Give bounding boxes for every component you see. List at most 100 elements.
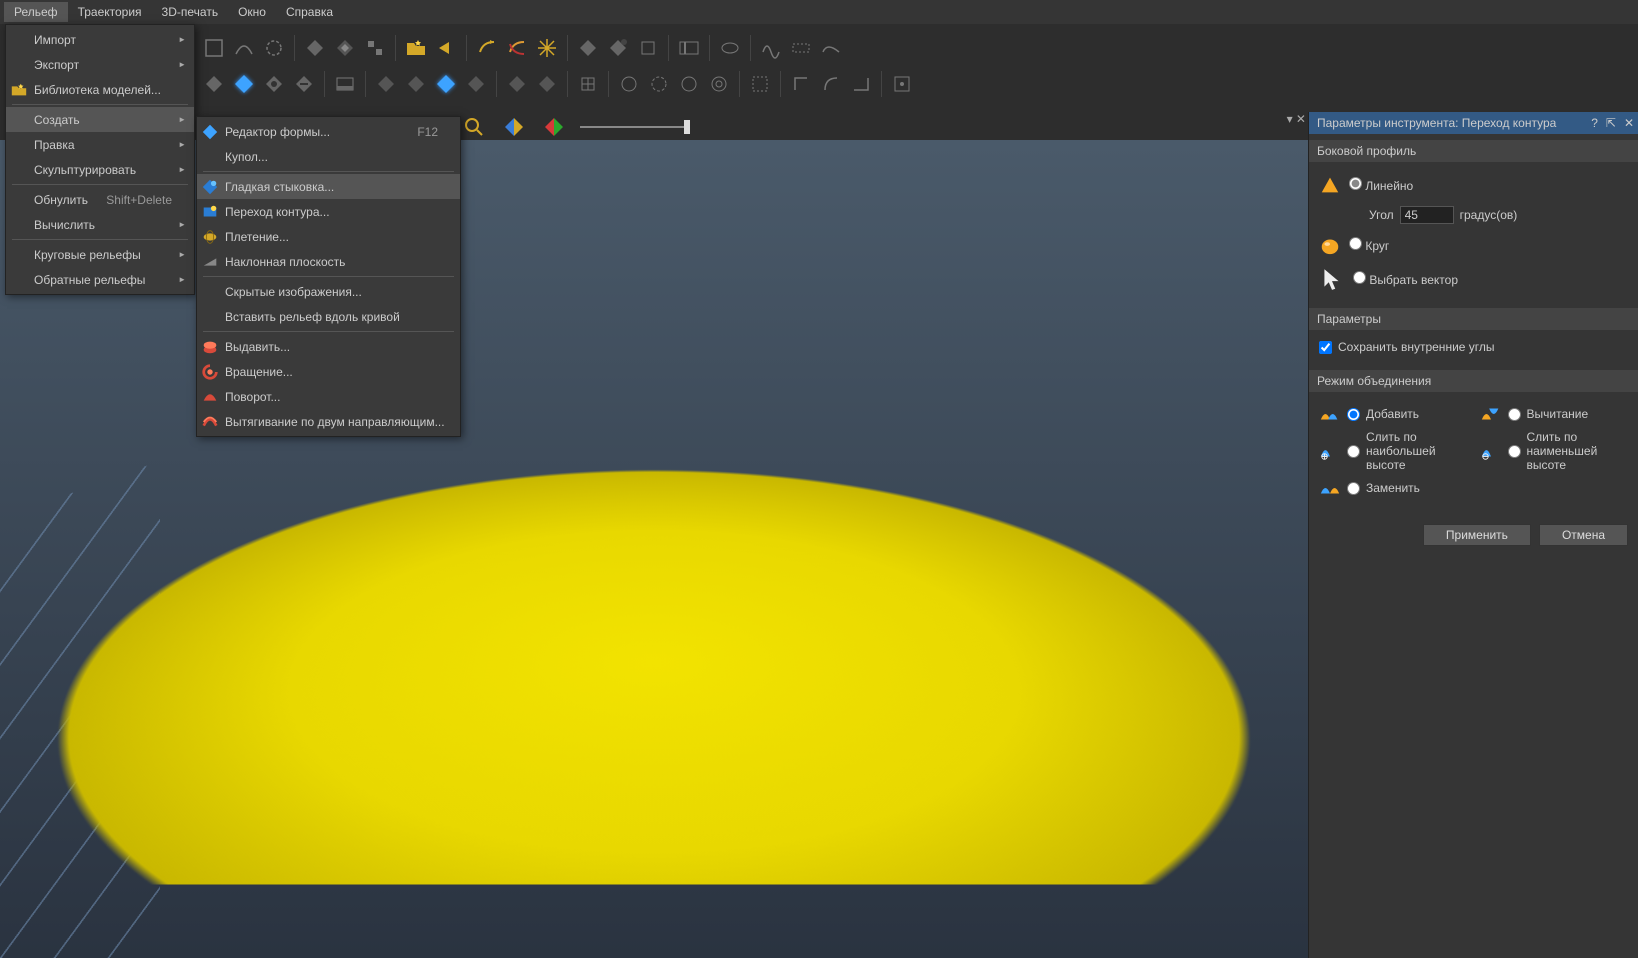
submenu-item[interactable]: Выдавить...: [197, 334, 460, 359]
submenu-item[interactable]: Редактор формы...F12: [197, 119, 460, 144]
radio-merge-low[interactable]: Слить по наименьшей высоте: [1480, 430, 1629, 472]
radio-subtract[interactable]: Вычитание: [1480, 404, 1629, 424]
tool-icon[interactable]: [574, 70, 602, 98]
merge-replace-icon: [1319, 478, 1341, 498]
tool-icon[interactable]: [432, 34, 460, 62]
dock-controls[interactable]: ▾ ✕: [1287, 112, 1306, 126]
apply-button[interactable]: Применить: [1423, 524, 1531, 546]
menu-item[interactable]: ОбнулитьShift+Delete: [6, 187, 194, 212]
tool-icon[interactable]: [230, 70, 258, 98]
zoom-fit-icon[interactable]: [460, 113, 488, 141]
tool-icon[interactable]: [533, 70, 561, 98]
angle-input[interactable]: [1400, 206, 1454, 224]
merge-low-icon: [1480, 441, 1502, 461]
ruler: [0, 461, 160, 958]
axis-gizmo: [725, 480, 835, 570]
menu-help[interactable]: Справка: [276, 2, 343, 22]
submenu-item[interactable]: Гладкая стыковка...: [197, 174, 460, 199]
tool-panel: Параметры инструмента: Переход контура ?…: [1308, 112, 1638, 958]
angle-unit: градус(ов): [1460, 208, 1518, 222]
tool-icon[interactable]: [716, 34, 744, 62]
cancel-button[interactable]: Отмена: [1539, 524, 1628, 546]
tool-icon[interactable]: [817, 34, 845, 62]
tool-icon[interactable]: [372, 70, 400, 98]
radio-circle[interactable]: Круг: [1349, 237, 1389, 253]
submenu-item[interactable]: Вращение...: [197, 359, 460, 384]
tool-icon[interactable]: [290, 70, 318, 98]
menu-item[interactable]: Правка: [6, 132, 194, 157]
menu-trajectory[interactable]: Траектория: [68, 2, 152, 22]
tool-icon[interactable]: [301, 34, 329, 62]
radio-replace[interactable]: Заменить: [1319, 478, 1468, 498]
checkbox-keep-inner[interactable]: Сохранить внутренние углы: [1319, 336, 1628, 358]
zoom-slider[interactable]: [580, 126, 690, 128]
radio-linear[interactable]: Линейно: [1349, 177, 1413, 193]
tool-icon[interactable]: [787, 34, 815, 62]
submenu-item[interactable]: Вытягивание по двум направляющим...: [197, 409, 460, 434]
tool-icon[interactable]: [757, 34, 785, 62]
submenu-item[interactable]: Поворот...: [197, 384, 460, 409]
submenu-item[interactable]: Наклонная плоскость: [197, 249, 460, 274]
separator: [668, 35, 669, 61]
menu-item[interactable]: Обратные рельефы: [6, 267, 194, 292]
radio-add[interactable]: Добавить: [1319, 404, 1468, 424]
separator: [567, 71, 568, 97]
tool-icon[interactable]: [787, 70, 815, 98]
panel-title: Параметры инструмента: Переход контура ?…: [1309, 112, 1638, 134]
menubar: Рельеф Траектория 3D-печать Окно Справка: [0, 0, 1638, 24]
folder-star-icon[interactable]: [402, 34, 430, 62]
menu-item[interactable]: Экспорт: [6, 52, 194, 77]
tool-icon[interactable]: [200, 34, 228, 62]
tool-icon[interactable]: [402, 70, 430, 98]
submenu-item[interactable]: Плетение...: [197, 224, 460, 249]
color-icon[interactable]: [540, 113, 568, 141]
radio-select-vector[interactable]: Выбрать вектор: [1353, 271, 1458, 287]
tool-icon[interactable]: [645, 70, 673, 98]
submenu-item[interactable]: Скрытые изображения...: [197, 279, 460, 304]
tool-icon[interactable]: [200, 70, 228, 98]
tool-icon[interactable]: [331, 34, 359, 62]
tool-icon[interactable]: [230, 34, 258, 62]
tool-icon[interactable]: [260, 34, 288, 62]
tool-icon[interactable]: [533, 34, 561, 62]
separator: [496, 71, 497, 97]
tool-icon[interactable]: [503, 34, 531, 62]
shaded-icon[interactable]: [500, 113, 528, 141]
tool-icon[interactable]: [361, 34, 389, 62]
radio-merge-high[interactable]: Слить по наибольшей высоте: [1319, 430, 1468, 472]
tool-icon[interactable]: [634, 34, 662, 62]
tool-icon[interactable]: [746, 70, 774, 98]
menu-item[interactable]: Импорт: [6, 27, 194, 52]
submenu-item[interactable]: Купол...: [197, 144, 460, 169]
menu-item[interactable]: Скульптурировать: [6, 157, 194, 182]
separator: [567, 35, 568, 61]
tool-icon[interactable]: [675, 70, 703, 98]
tool-icon[interactable]: [675, 34, 703, 62]
dropdown-create: Редактор формы...F12Купол... Гладкая стык…: [196, 116, 461, 437]
tool-icon[interactable]: [473, 34, 501, 62]
tool-icon[interactable]: [604, 34, 632, 62]
tool-icon[interactable]: [817, 70, 845, 98]
menu-relief[interactable]: Рельеф: [4, 2, 68, 22]
menu-item[interactable]: Библиотека моделей...: [6, 77, 194, 102]
tool-icon[interactable]: [615, 70, 643, 98]
tool-icon[interactable]: [888, 70, 916, 98]
tool-icon[interactable]: [574, 34, 602, 62]
submenu-item[interactable]: Вставить рельеф вдоль кривой: [197, 304, 460, 329]
menu-3dprint[interactable]: 3D-печать: [152, 2, 229, 22]
separator: [324, 71, 325, 97]
tool-icon[interactable]: [503, 70, 531, 98]
panel-title-buttons[interactable]: ?⇱✕: [1591, 116, 1634, 130]
menu-item[interactable]: Вычислить: [6, 212, 194, 237]
tool-icon[interactable]: [331, 70, 359, 98]
menu-window[interactable]: Окно: [228, 2, 276, 22]
tool-icon[interactable]: [260, 70, 288, 98]
menu-item[interactable]: Круговые рельефы: [6, 242, 194, 267]
section-profile: Боковой профиль: [1309, 140, 1638, 162]
submenu-item[interactable]: Переход контура...: [197, 199, 460, 224]
tool-icon[interactable]: [432, 70, 460, 98]
tool-icon[interactable]: [462, 70, 490, 98]
tool-icon[interactable]: [847, 70, 875, 98]
tool-icon[interactable]: [705, 70, 733, 98]
menu-item[interactable]: Создать: [6, 107, 194, 132]
